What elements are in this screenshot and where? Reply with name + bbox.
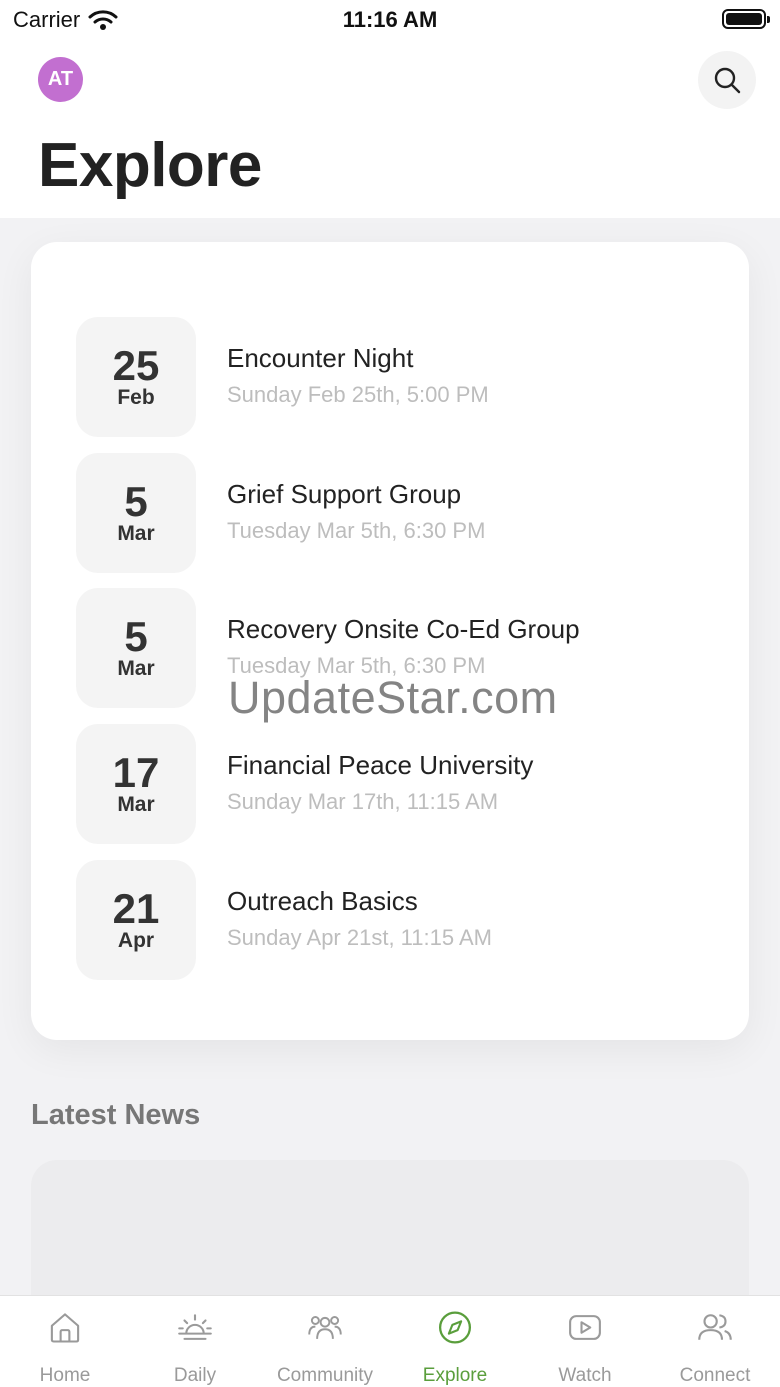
tab-label: Watch bbox=[558, 1365, 612, 1386]
search-icon bbox=[714, 67, 741, 94]
sunrise-icon bbox=[178, 1314, 212, 1340]
community-icon bbox=[308, 1316, 342, 1339]
date-badge: 5 Mar bbox=[76, 588, 196, 708]
events-card: 25 Feb Encounter Night Sunday Feb 25th, … bbox=[31, 242, 749, 1040]
date-month: Apr bbox=[117, 929, 155, 952]
event-item[interactable]: 25 Feb Encounter Night Sunday Feb 25th, … bbox=[76, 317, 716, 437]
battery-icon bbox=[722, 9, 770, 29]
date-day: 25 bbox=[112, 342, 160, 389]
date-badge: 25 Feb bbox=[76, 317, 196, 437]
page-title: Explore bbox=[38, 131, 262, 200]
event-item[interactable]: 21 Apr Outreach Basics Sunday Apr 21st, … bbox=[76, 860, 716, 980]
date-day: 5 bbox=[124, 478, 148, 525]
event-item[interactable]: 5 Mar Grief Support Group Tuesday Mar 5t… bbox=[76, 453, 716, 573]
event-title: Outreach Basics bbox=[227, 886, 418, 916]
event-datetime: Sunday Mar 17th, 11:15 AM bbox=[227, 789, 499, 814]
home-icon bbox=[50, 1313, 80, 1343]
event-title: Encounter Night bbox=[227, 343, 414, 373]
tab-label: Home bbox=[39, 1365, 91, 1386]
tab-community[interactable]: Community bbox=[260, 1296, 390, 1387]
date-badge: 5 Mar bbox=[76, 453, 196, 573]
latest-news-heading: Latest News bbox=[31, 1099, 201, 1131]
date-month: Mar bbox=[117, 522, 155, 545]
tab-label: Connect bbox=[679, 1365, 751, 1386]
tab-connect[interactable]: Connect bbox=[650, 1296, 780, 1387]
play-icon bbox=[569, 1315, 601, 1340]
watermark: UpdateStar.com bbox=[228, 672, 558, 723]
tab-bar: Home Daily Community Explore Watch Conne… bbox=[0, 1295, 780, 1387]
event-title: Financial Peace University bbox=[227, 750, 534, 780]
date-badge: 17 Mar bbox=[76, 724, 196, 844]
tab-watch[interactable]: Watch bbox=[520, 1296, 650, 1387]
date-month: Mar bbox=[117, 793, 155, 816]
tab-explore[interactable]: Explore bbox=[390, 1296, 520, 1387]
event-item[interactable]: 17 Mar Financial Peace University Sunday… bbox=[76, 724, 716, 844]
avatar-initials: AT bbox=[47, 68, 74, 90]
date-month: Mar bbox=[117, 657, 155, 680]
event-datetime: Sunday Feb 25th, 5:00 PM bbox=[227, 382, 489, 407]
compass-icon bbox=[438, 1311, 472, 1344]
date-badge: 21 Apr bbox=[76, 860, 196, 980]
event-datetime: Tuesday Mar 5th, 6:30 PM bbox=[227, 518, 486, 543]
tab-home[interactable]: Home bbox=[0, 1296, 130, 1387]
tab-label: Community bbox=[276, 1365, 374, 1386]
event-title: Grief Support Group bbox=[227, 479, 462, 509]
date-month: Feb bbox=[117, 386, 155, 409]
event-datetime: Sunday Apr 21st, 11:15 AM bbox=[227, 925, 492, 950]
header-area: Carrier 11:16 AM AT Explore bbox=[0, 0, 780, 218]
status-time: 11:16 AM bbox=[342, 7, 438, 32]
tab-daily[interactable]: Daily bbox=[130, 1296, 260, 1387]
date-day: 21 bbox=[112, 885, 160, 932]
event-title: Recovery Onsite Co-Ed Group bbox=[227, 614, 580, 644]
status-bar: Carrier 11:16 AM bbox=[0, 0, 780, 40]
date-day: 5 bbox=[124, 613, 148, 660]
date-day: 17 bbox=[112, 749, 160, 796]
tab-label: Explore bbox=[422, 1365, 488, 1386]
avatar[interactable]: AT bbox=[38, 57, 83, 102]
tab-label: Daily bbox=[173, 1365, 217, 1386]
search-button[interactable] bbox=[698, 51, 756, 109]
connect-icon bbox=[698, 1314, 732, 1340]
